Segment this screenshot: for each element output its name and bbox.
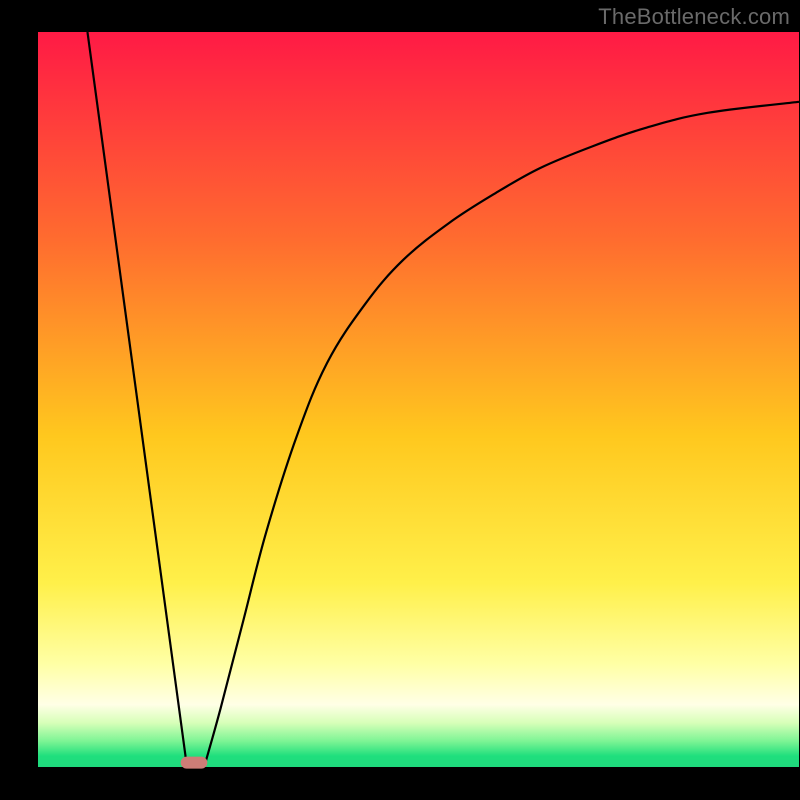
valley-marker [181, 757, 208, 769]
plot-area [38, 32, 799, 767]
watermark-text: TheBottleneck.com [598, 4, 790, 30]
chart-container: TheBottleneck.com [0, 0, 800, 800]
bottleneck-chart [0, 0, 800, 800]
